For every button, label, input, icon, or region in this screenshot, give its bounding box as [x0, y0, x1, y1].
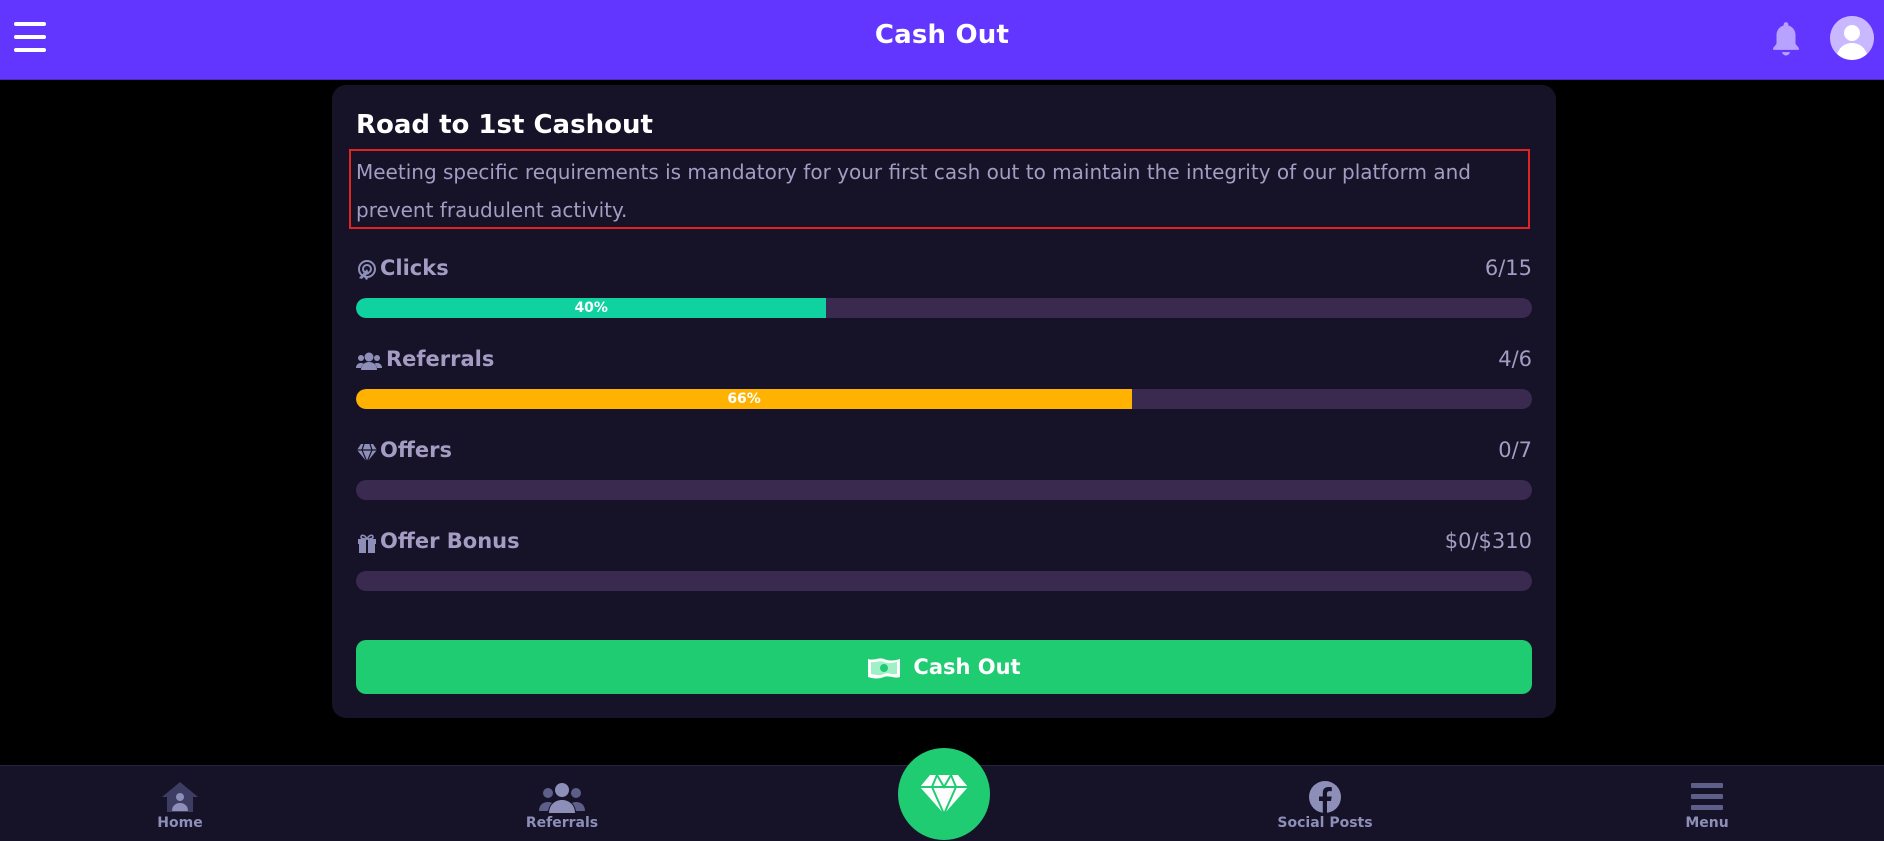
requirement-label: Referrals [386, 347, 495, 371]
bell-icon[interactable] [1768, 20, 1804, 58]
nav-social-posts-label: Social Posts [1277, 815, 1373, 831]
nav-menu-label: Menu [1685, 815, 1729, 831]
requirement-label: Clicks [380, 256, 449, 280]
center-diamond-button[interactable] [898, 748, 990, 840]
card-description: Meeting specific requirements is mandato… [356, 160, 1471, 222]
top-header: Cash Out [0, 0, 1884, 80]
requirement-clicks: Clicks 6/15 40% [356, 255, 1532, 318]
progress-fill: 66% [356, 389, 1133, 409]
requirement-offers: Offers 0/7 [356, 437, 1532, 500]
cashout-card: Road to 1st Cashout Meeting specific req… [332, 85, 1556, 718]
progress-track: 66% [356, 389, 1532, 409]
menu-icon [1691, 783, 1723, 810]
facebook-icon [1309, 781, 1341, 813]
progress-fill: 40% [356, 298, 827, 318]
requirement-label: Offer Bonus [380, 529, 520, 553]
card-title: Road to 1st Cashout [356, 110, 653, 140]
progress-track: 40% [356, 298, 1532, 318]
requirement-count: 4/6 [1498, 347, 1532, 371]
click-icon [358, 260, 376, 280]
cash-out-label: Cash Out [913, 655, 1021, 679]
gift-icon [358, 534, 376, 553]
nav-referrals[interactable]: Referrals [492, 780, 632, 831]
requirement-label: Offers [380, 438, 452, 462]
money-icon [868, 658, 901, 679]
cash-out-button[interactable]: Cash Out [356, 640, 1532, 694]
progress-track [356, 571, 1532, 591]
nav-referrals-label: Referrals [525, 815, 599, 831]
user-avatar-icon[interactable] [1830, 16, 1874, 60]
nav-home[interactable]: Home [110, 780, 250, 831]
requirement-count: $0/$310 [1444, 529, 1532, 553]
requirement-count: 0/7 [1498, 438, 1532, 462]
home-icon [162, 782, 198, 812]
diamond-icon [920, 774, 968, 815]
diamond-icon [357, 443, 377, 463]
users-icon [356, 352, 382, 370]
progress-track [356, 480, 1532, 500]
requirement-offer-bonus: Offer Bonus $0/$310 [356, 528, 1532, 591]
nav-home-label: Home [157, 815, 203, 831]
nav-menu[interactable]: Menu [1637, 780, 1777, 831]
requirement-count: 6/15 [1484, 256, 1532, 280]
requirement-referrals: Referrals 4/6 66% [356, 346, 1532, 409]
page-title: Cash Out [874, 20, 1010, 50]
referrals-icon [539, 783, 585, 813]
nav-social-posts[interactable]: Social Posts [1255, 780, 1395, 831]
